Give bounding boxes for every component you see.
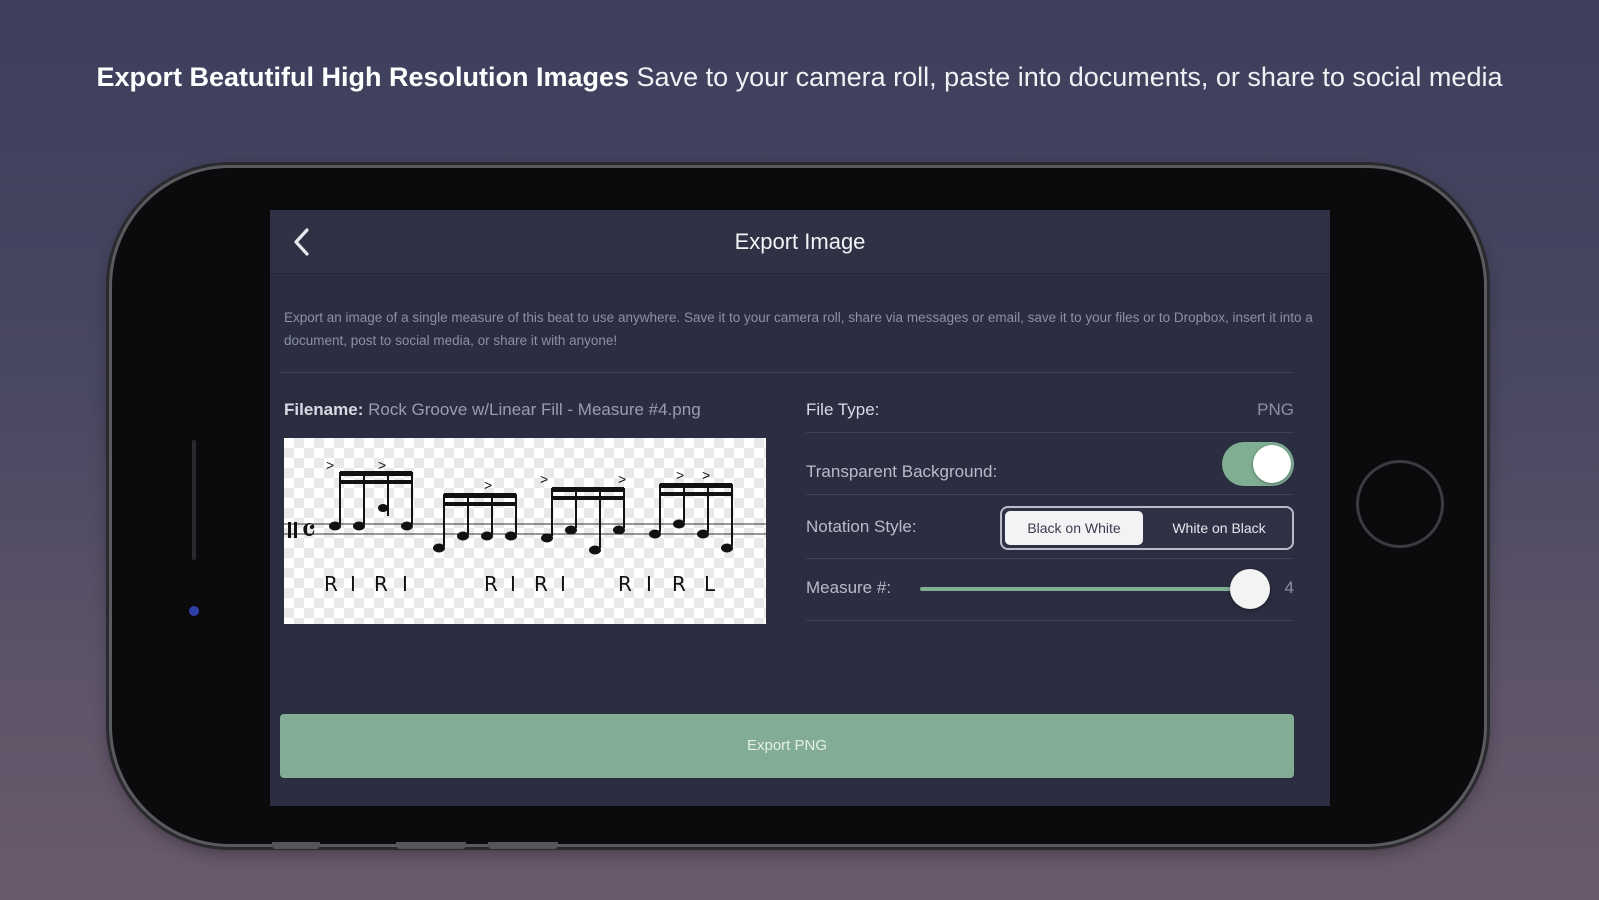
transparent-background-toggle[interactable] bbox=[1222, 442, 1294, 486]
filename-label: Filename: bbox=[284, 400, 364, 419]
transparent-background-label: Transparent Background: bbox=[806, 462, 998, 481]
sticking-letter: R bbox=[534, 572, 548, 596]
svg-text:>: > bbox=[378, 457, 386, 473]
home-button[interactable] bbox=[1356, 460, 1444, 548]
sticking-letter: I bbox=[510, 572, 516, 596]
segment-white-on-black[interactable]: White on Black bbox=[1148, 511, 1290, 545]
sticking-letter: R bbox=[618, 572, 632, 596]
notation-staff: 𝄴 > > > > > > > bbox=[284, 457, 766, 555]
page-title: Export Image bbox=[734, 229, 866, 254]
divider bbox=[280, 372, 1294, 373]
sticking-letter: I bbox=[402, 572, 408, 596]
sticking-letter: R bbox=[374, 572, 388, 596]
filename-value: Rock Groove w/Linear Fill - Measure #4.p… bbox=[363, 400, 701, 419]
app-screen: Export Image Export an image of a single… bbox=[270, 210, 1330, 806]
phone-camera bbox=[189, 606, 199, 616]
notation-style-segmented-control: Black on White White on Black bbox=[1000, 506, 1294, 550]
promo-headline-bold: Export Beatutiful High Resolution Images bbox=[96, 62, 630, 92]
divider bbox=[806, 620, 1294, 621]
file-type-label: File Type: bbox=[806, 400, 880, 419]
sticking-letter: R bbox=[672, 572, 686, 596]
svg-text:>: > bbox=[326, 457, 334, 473]
measure-value: 4 bbox=[1284, 578, 1294, 597]
divider bbox=[806, 494, 1294, 495]
promo-headline: Export Beatutiful High Resolution Images… bbox=[0, 62, 1599, 93]
sticking-letter: I bbox=[560, 572, 566, 596]
filename-row: Filename: Rock Groove w/Linear Fill - Me… bbox=[284, 400, 784, 420]
divider bbox=[806, 432, 1294, 433]
phone-speaker bbox=[192, 440, 196, 560]
svg-text:>: > bbox=[540, 471, 548, 487]
measure-slider-thumb[interactable] bbox=[1230, 569, 1270, 609]
svg-text:>: > bbox=[676, 467, 684, 483]
sticking-letter: L bbox=[704, 572, 716, 596]
toggle-knob bbox=[1253, 445, 1291, 483]
svg-text:𝄴: 𝄴 bbox=[301, 511, 316, 551]
promo-headline-text: Save to your camera roll, paste into doc… bbox=[629, 62, 1503, 92]
export-png-button[interactable]: Export PNG bbox=[280, 714, 1294, 778]
notation-style-label: Notation Style: bbox=[806, 517, 917, 536]
file-type-value: PNG bbox=[1257, 400, 1294, 419]
sticking-letter: R bbox=[484, 572, 498, 596]
measure-slider-track[interactable] bbox=[920, 587, 1254, 591]
svg-text:>: > bbox=[484, 477, 492, 493]
phone-volume-button bbox=[396, 842, 466, 849]
sticking-letter: I bbox=[350, 572, 356, 596]
phone-volume-button bbox=[272, 842, 320, 849]
measure-label: Measure #: bbox=[806, 578, 892, 597]
svg-text:>: > bbox=[702, 467, 710, 483]
segment-black-on-white[interactable]: Black on White bbox=[1005, 511, 1143, 545]
navigation-bar: Export Image bbox=[270, 210, 1330, 274]
sticking-letter: R bbox=[324, 572, 338, 596]
svg-text:>: > bbox=[618, 471, 626, 487]
sticking-letter: I bbox=[646, 572, 652, 596]
sticking-row: R I R I R I R I R I R L bbox=[284, 572, 766, 596]
divider bbox=[806, 558, 1294, 559]
export-description: Export an image of a single measure of t… bbox=[284, 310, 1313, 348]
phone-volume-button bbox=[488, 842, 558, 849]
notation-preview-image: 𝄴 > > > > > > > R I R I R I R I R I R L bbox=[284, 438, 766, 624]
